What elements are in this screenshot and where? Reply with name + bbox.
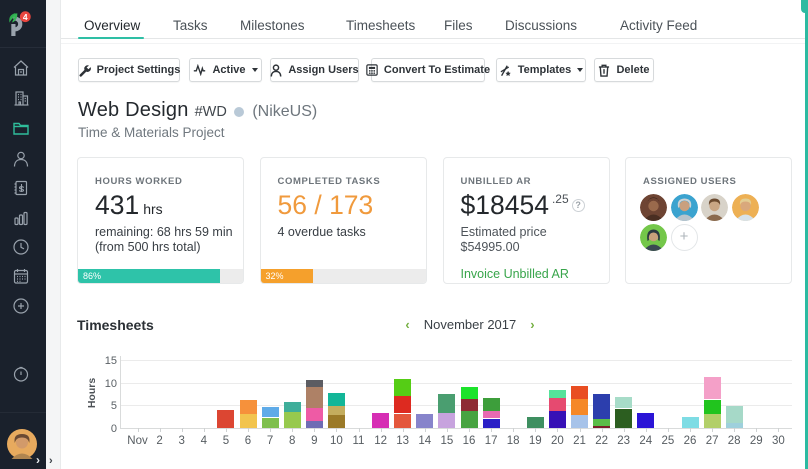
svg-text:4: 4 (23, 12, 28, 22)
